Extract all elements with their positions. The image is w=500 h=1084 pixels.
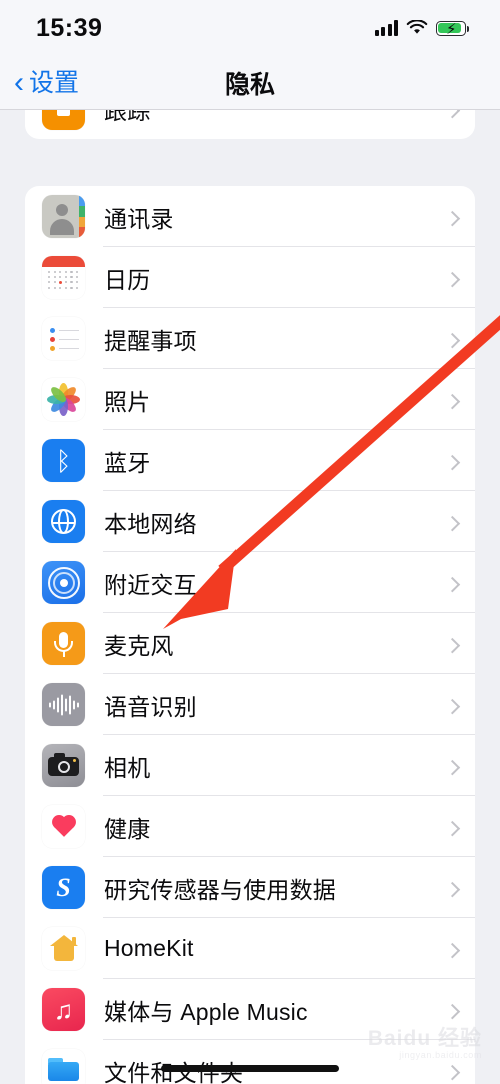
bluetooth-icon: ᛒ (42, 439, 85, 482)
page-title: 隐私 (224, 71, 275, 99)
list-item-label: HomeKit (104, 935, 194, 961)
contacts-icon (42, 195, 85, 238)
nav-divider (0, 109, 500, 110)
battery-charging-icon: ⚡ (436, 20, 469, 38)
list-item-health[interactable]: 健康 (25, 796, 475, 857)
list-item-label: 研究传感器与使用数据 (104, 876, 336, 903)
settings-group-partial: 跟踪 (25, 110, 475, 139)
chevron-right-icon (444, 576, 461, 592)
chevron-right-icon (444, 881, 461, 897)
nearby-interactions-icon (42, 561, 85, 604)
list-item-label: 提醒事项 (104, 327, 197, 354)
chevron-right-icon (444, 332, 461, 348)
status-bar: 15:39 ⚡ (0, 0, 500, 56)
list-item-microphone[interactable]: 麦克风 (25, 613, 475, 674)
status-bar-indicators: ⚡ (374, 20, 469, 38)
chevron-right-icon (444, 393, 461, 409)
apple-music-icon: ♫ (42, 988, 85, 1031)
chevron-right-icon (444, 942, 461, 958)
list-item-local-network[interactable]: 本地网络 (25, 491, 475, 552)
chevron-right-icon (444, 637, 461, 653)
chevron-right-icon (444, 454, 461, 470)
wifi-icon (406, 20, 428, 34)
camera-icon (42, 744, 85, 787)
health-icon (42, 805, 85, 848)
list-item-camera[interactable]: 相机 (25, 735, 475, 796)
signal-bars-icon (374, 20, 398, 36)
list-item-contacts[interactable]: 通讯录 (25, 186, 475, 247)
list-item-label: 照片 (104, 388, 151, 415)
list-item-label: 相机 (104, 754, 151, 781)
research-sensor-icon: S (42, 866, 85, 909)
speech-recognition-icon (42, 683, 85, 726)
list-item-label: 本地网络 (104, 510, 197, 537)
navigation-bar: ‹ 设置 隐私 (0, 56, 500, 110)
chevron-right-icon (444, 820, 461, 836)
chevron-right-icon (444, 110, 461, 118)
list-item-files[interactable]: 文件和文件夹 (25, 1040, 475, 1084)
list-item-reminders[interactable]: 提醒事项 (25, 308, 475, 369)
photos-icon (42, 378, 85, 421)
microphone-icon (42, 622, 85, 665)
files-icon (42, 1049, 85, 1084)
list-item-homekit[interactable]: HomeKit (25, 918, 475, 979)
list-item-calendar[interactable]: 日历 (25, 247, 475, 308)
chevron-right-icon (444, 1003, 461, 1019)
chevron-right-icon (444, 1064, 461, 1080)
chevron-right-icon (444, 271, 461, 287)
settings-group-permissions: 通讯录 日历 提醒事项 照片 ᛒ 蓝牙 本地网络 附近交互 麦克风 语音识别 相… (25, 186, 475, 1084)
homekit-icon (42, 927, 85, 970)
home-indicator (161, 1065, 339, 1072)
list-item-label: 语音识别 (104, 693, 197, 720)
tracking-icon (42, 110, 85, 130)
list-item-label: 通讯录 (104, 205, 174, 232)
list-item-label: 附近交互 (104, 571, 197, 598)
list-item-label: 麦克风 (104, 632, 174, 659)
list-item-label: 健康 (104, 815, 151, 842)
list-item-speech-recognition[interactable]: 语音识别 (25, 674, 475, 735)
list-item[interactable]: 跟踪 (25, 110, 475, 139)
list-item-photos[interactable]: 照片 (25, 369, 475, 430)
list-item-label: 跟踪 (104, 110, 151, 124)
list-item-label: 日历 (104, 266, 151, 293)
calendar-icon (42, 256, 85, 299)
list-item-apple-music[interactable]: ♫ 媒体与 Apple Music (25, 979, 475, 1040)
chevron-right-icon (444, 515, 461, 531)
local-network-icon (42, 500, 85, 543)
chevron-right-icon (444, 698, 461, 714)
chevron-right-icon (444, 759, 461, 775)
status-bar-time: 15:39 (36, 13, 103, 42)
list-item-nearby-interactions[interactable]: 附近交互 (25, 552, 475, 613)
chevron-right-icon (444, 210, 461, 226)
iphone-screen: 15:39 ⚡ ‹ 设置 隐私 跟踪 通讯录 日历 提醒事项 照片 ᛒ 蓝牙 本… (0, 0, 500, 1084)
reminders-icon (42, 317, 85, 360)
list-item-bluetooth[interactable]: ᛒ 蓝牙 (25, 430, 475, 491)
list-item-label: 媒体与 Apple Music (104, 998, 308, 1025)
settings-list[interactable]: 跟踪 通讯录 日历 提醒事项 照片 ᛒ 蓝牙 本地网络 附近交互 麦克风 语音识… (0, 110, 500, 1084)
list-item-label: 蓝牙 (104, 449, 151, 476)
list-item-research-sensor[interactable]: S 研究传感器与使用数据 (25, 857, 475, 918)
